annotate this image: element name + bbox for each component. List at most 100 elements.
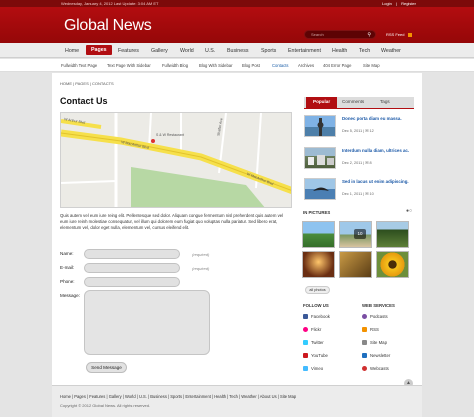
nav-business[interactable]: Business xyxy=(227,48,249,54)
nav-home[interactable]: Home xyxy=(65,48,79,54)
account-links: Login | Register xyxy=(382,1,416,6)
footer-links[interactable]: Home | Pages | Features | Gallery | Worl… xyxy=(60,394,296,399)
follow-us-heading: FOLLOW US xyxy=(303,303,329,308)
name-label: Name: xyxy=(60,251,74,256)
follow-label: Vimeo xyxy=(311,366,324,371)
subnav-text-sidebar[interactable]: Text Page With Sidebar xyxy=(107,63,151,68)
map-graphic xyxy=(61,113,291,207)
service-label: RSS xyxy=(370,327,379,332)
youtube-icon xyxy=(303,353,308,358)
popular-thumbnail[interactable] xyxy=(304,178,336,200)
tab-tags[interactable]: Tags xyxy=(380,99,390,104)
service-rss-link[interactable]: RSS xyxy=(362,327,379,332)
nav-sports[interactable]: Sports xyxy=(261,48,276,54)
subnav-archives[interactable]: Archives xyxy=(298,63,314,68)
subnav-fullwidth-blog[interactable]: Fullwidth Blog xyxy=(162,63,188,68)
nav-features[interactable]: Features xyxy=(118,48,139,54)
follow-label: Facebook xyxy=(311,314,330,319)
date-text: Wednesday, January 4, 2012 Last Update: … xyxy=(61,1,159,6)
popular-item[interactable]: Donec porta diam eu massa. Dec 5, 2011 |… xyxy=(304,112,414,140)
email-field[interactable] xyxy=(84,263,180,273)
follow-flickr-link[interactable]: Flickr xyxy=(303,327,321,332)
city-image xyxy=(308,155,334,165)
name-field[interactable] xyxy=(84,249,180,259)
phone-label: Phone: xyxy=(60,279,75,284)
search-icon[interactable]: ⚲ xyxy=(367,32,371,38)
email-label: E-mail: xyxy=(60,265,75,270)
popular-thumbnail[interactable] xyxy=(304,147,336,169)
picture-gallery: 10 xyxy=(302,218,414,280)
login-link[interactable]: Login xyxy=(382,1,392,6)
sidebar-tabs: Popular Comments Tags xyxy=(304,97,414,108)
popular-title[interactable]: Interdum nulla diam, ultrices ac. xyxy=(342,148,412,153)
nav-health[interactable]: Health xyxy=(332,48,347,54)
webcast-icon xyxy=(362,366,367,371)
all-photos-button[interactable]: all photos xyxy=(305,286,330,294)
gallery-thumbnail[interactable] xyxy=(339,251,372,278)
nav-weather[interactable]: Weather xyxy=(381,48,401,54)
gallery-thumbnail[interactable] xyxy=(302,251,335,278)
rss-feed-link[interactable]: RSS Feed xyxy=(386,32,412,37)
nav-tech[interactable]: Tech xyxy=(359,48,370,54)
nav-pages[interactable]: Pages xyxy=(86,45,112,55)
follow-youtube-link[interactable]: YouTube xyxy=(303,353,328,358)
gallery-thumbnail[interactable] xyxy=(302,221,335,248)
twitter-icon xyxy=(303,340,308,345)
tab-comments[interactable]: Comments xyxy=(342,99,364,104)
service-webcasts-link[interactable]: Webcasts xyxy=(362,366,389,371)
web-services-heading: WEB SERVICES xyxy=(362,303,395,308)
main-nav: Home Pages Features Gallery World U.S. B… xyxy=(0,43,474,58)
search-input[interactable]: Search ⚲ xyxy=(304,30,376,39)
subnav-blog-post[interactable]: Blog Post xyxy=(242,63,260,68)
subnav-fullwidth-text[interactable]: Fullwidth Text Page xyxy=(61,63,97,68)
nav-entertainment[interactable]: Entertainment xyxy=(288,48,321,54)
subnav-404[interactable]: 404 Error Page xyxy=(323,63,351,68)
flickr-icon xyxy=(303,327,308,332)
podcast-icon xyxy=(362,314,367,319)
service-newsletter-link[interactable]: Newsletter xyxy=(362,353,390,358)
newsletter-icon xyxy=(362,353,367,358)
follow-twitter-link[interactable]: Twitter xyxy=(303,340,324,345)
nav-gallery[interactable]: Gallery xyxy=(151,48,168,54)
message-label: Message: xyxy=(60,293,80,298)
register-link[interactable]: Register xyxy=(401,1,416,6)
tower-image xyxy=(317,118,324,136)
service-podcasts-link[interactable]: Podcasts xyxy=(362,314,388,319)
popular-item[interactable]: Sed in lacus ut enim adipiscing. Dec 1, … xyxy=(304,175,414,203)
popular-title[interactable]: Sed in lacus ut enim adipiscing. xyxy=(342,179,412,184)
phone-field[interactable] xyxy=(84,277,180,287)
rss-label: RSS Feed xyxy=(386,32,405,37)
service-label: Site Map xyxy=(370,340,387,345)
gallery-thumbnail[interactable] xyxy=(376,251,409,278)
site-footer xyxy=(52,385,422,417)
popular-title[interactable]: Donec porta diam eu massa. xyxy=(342,116,412,121)
message-textarea[interactable] xyxy=(84,290,210,355)
breadcrumb[interactable]: HOME | PAGES | CONTACTS xyxy=(60,81,114,86)
bird-image xyxy=(313,187,329,191)
gallery-thumbnail[interactable] xyxy=(376,221,409,248)
popular-date: Dec 1, 2011 | ✉ 10 xyxy=(342,192,374,196)
location-map[interactable]: W Arthur Blvd Shaffer Ave W MacArthur Bl… xyxy=(60,112,292,208)
service-label: Webcasts xyxy=(370,366,389,371)
sitemap-icon xyxy=(362,340,367,345)
service-sitemap-link[interactable]: Site Map xyxy=(362,340,387,345)
popular-date: Dec 5, 2011 | ✉ 12 xyxy=(342,129,374,133)
copyright-text: Copyright © 2012 Global News. All rights… xyxy=(60,403,151,408)
send-message-button[interactable]: Send Message xyxy=(86,362,127,373)
gallery-pager[interactable]: ●○ xyxy=(406,208,412,214)
sub-nav: Fullwidth Text Page Text Page With Sideb… xyxy=(0,59,474,72)
nav-world[interactable]: World xyxy=(180,48,194,54)
site-logo[interactable]: Global News xyxy=(64,17,152,35)
follow-label: Flickr xyxy=(311,327,322,332)
popular-thumbnail[interactable] xyxy=(304,115,336,137)
subnav-contacts[interactable]: Contacts xyxy=(272,63,289,68)
service-label: Newsletter xyxy=(370,353,391,358)
tab-popular[interactable]: Popular xyxy=(306,97,338,108)
subnav-site-map[interactable]: Site Map xyxy=(363,63,380,68)
follow-vimeo-link[interactable]: Vimeo xyxy=(303,366,323,371)
subnav-blog-sidebar[interactable]: Blog With Sidebar xyxy=(199,63,233,68)
nav-us[interactable]: U.S. xyxy=(205,48,215,54)
popular-item[interactable]: Interdum nulla diam, ultrices ac. Dec 2,… xyxy=(304,144,414,172)
follow-facebook-link[interactable]: Facebook xyxy=(303,314,330,319)
tab-underline xyxy=(304,108,414,109)
